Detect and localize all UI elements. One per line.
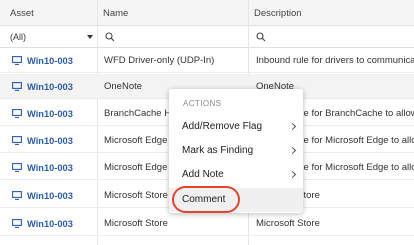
asset-cell[interactable]: Win10-003 [12,74,73,99]
menu-heading: ACTIONS [183,99,222,108]
asset-link[interactable]: Win10-003 [27,82,73,92]
monitor-icon [12,219,22,228]
menu-item-label: Add/Remove Flag [182,121,263,132]
description-cell: Microsoft Store [256,218,320,229]
monitor-icon [12,56,22,65]
chevron-right-icon [288,122,297,131]
description-cell: Inbound rule for drivers to communicate [256,55,414,66]
table-row[interactable]: Win10-003 Microsoft Store Microsoft Stor… [0,211,414,236]
asset-link[interactable]: Win10-003 [27,136,73,146]
asset-link[interactable]: Win10-003 [27,163,73,173]
column-header-description[interactable]: Description [254,0,302,26]
name-cell: Microsoft Edge [104,162,168,173]
monitor-icon [12,163,22,172]
name-filter-input[interactable] [98,27,248,47]
monitor-icon [12,109,22,118]
name-cell: BranchCache H [104,108,172,119]
search-icon [256,32,266,42]
search-icon [105,32,115,42]
highlight-ring [172,186,240,213]
asset-link[interactable]: Win10-003 [27,191,73,201]
menu-item-add-remove-flag[interactable]: Add/Remove Flag [169,115,303,139]
name-cell: Microsoft Edge [104,135,168,146]
filter-row: (All) [0,27,414,48]
menu-item-add-note[interactable]: Add Note [169,163,303,187]
name-cell: WFD Driver-only (UDP-In) [104,55,215,66]
asset-link[interactable]: Win10-003 [27,219,73,229]
table-row[interactable]: Win10-003 WFD Driver-only (UDP-In) Inbou… [0,48,414,73]
monitor-icon [12,82,22,91]
asset-filter-select[interactable]: (All) [0,27,97,47]
name-cell: OneNote [104,81,143,92]
menu-item-label: Add Note [182,169,224,180]
chevron-down-icon [87,35,93,39]
monitor-icon [12,136,22,145]
asset-cell[interactable]: Win10-003 [12,48,73,73]
asset-cell[interactable]: Win10-003 [12,155,73,180]
description-filter-input[interactable] [249,27,414,47]
menu-item-label: Mark as Finding [182,145,254,156]
asset-link[interactable]: Win10-003 [27,56,73,66]
grid-header: Asset Name Description [0,0,414,26]
asset-filter-value: (All) [10,32,26,42]
asset-cell[interactable]: Win10-003 [12,183,73,208]
chevron-right-icon [288,146,297,155]
column-header-asset[interactable]: Asset [10,0,34,26]
column-header-name[interactable]: Name [103,0,128,26]
asset-cell[interactable]: Win10-003 [12,128,73,153]
name-cell: Microsoft Store [104,190,168,201]
asset-cell[interactable]: Win10-003 [12,101,73,126]
asset-cell[interactable]: Win10-003 [12,211,73,236]
chevron-right-icon [288,170,297,179]
monitor-icon [12,191,22,200]
menu-item-mark-as-finding[interactable]: Mark as Finding [169,139,303,163]
asset-link[interactable]: Win10-003 [27,109,73,119]
name-cell: Microsoft Store [104,218,168,229]
